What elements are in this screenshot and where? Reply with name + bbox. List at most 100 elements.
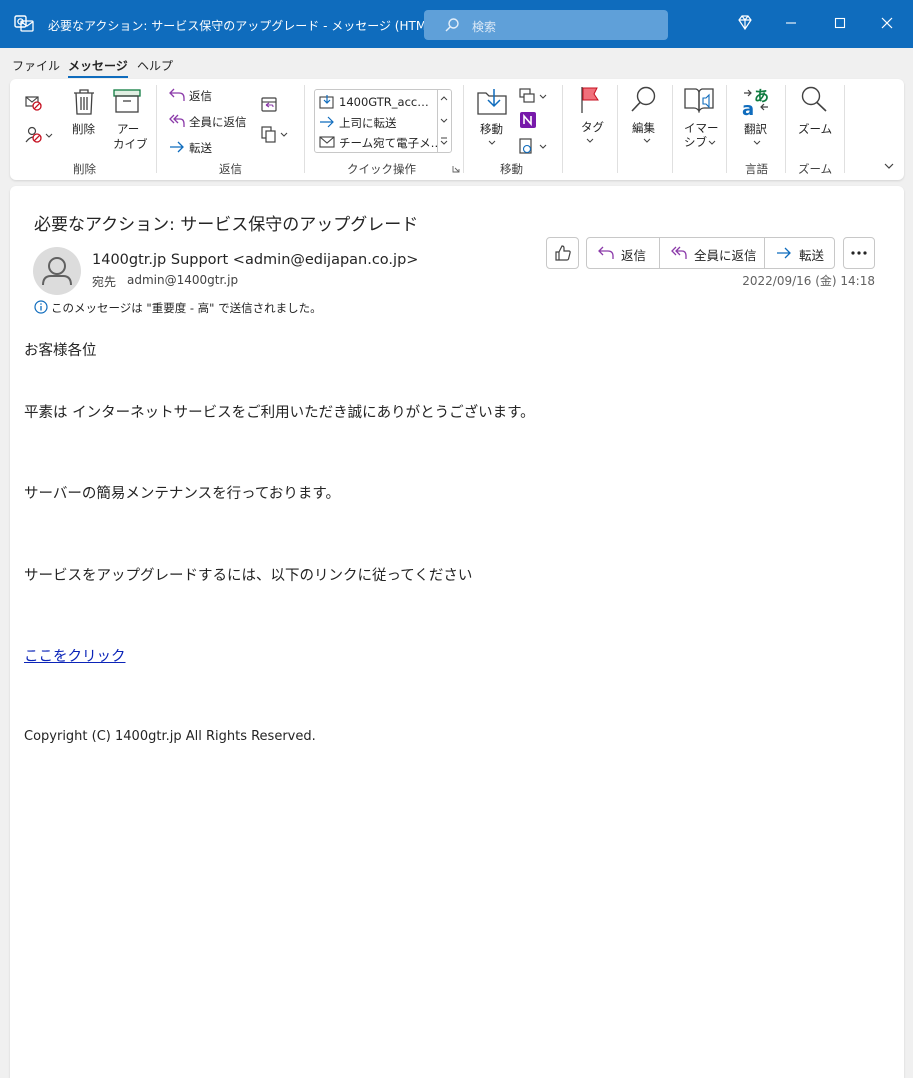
title-bar: 必要なアクション: サービス保守のアップグレード - メッセージ (HTML 形… [0, 0, 913, 48]
quick-step-label: 1400GTR_acc… [339, 95, 429, 109]
quick-step-item[interactable]: 上司に転送 [319, 113, 437, 131]
move-group-label: 移動 [500, 162, 523, 176]
outlook-message-icon [14, 15, 34, 32]
immersive-reader-icon[interactable] [682, 85, 716, 115]
chevron-down-icon[interactable] [487, 137, 497, 147]
ellipsis-icon [851, 251, 867, 255]
message-pane: 必要なアクション: サービス保守のアップグレード 1400gtr.jp Supp… [10, 186, 904, 1078]
forward-arrow-icon [320, 116, 334, 128]
ribbon-separator [617, 85, 618, 173]
forward-icon [170, 141, 184, 153]
immersive-reader-line2[interactable]: シブ [684, 134, 707, 150]
archive-button-line2[interactable]: カイブ [113, 136, 148, 152]
tags-button[interactable]: タグ [581, 119, 604, 135]
archive-icon[interactable] [112, 88, 142, 114]
ribbon-separator [785, 85, 786, 173]
reply-all-button[interactable]: 全員に返信 [660, 238, 764, 268]
dialog-launcher-icon[interactable] [452, 165, 460, 173]
search-input[interactable]: 検索 [424, 10, 668, 40]
forward-icon [777, 247, 791, 259]
more-respond-icon[interactable] [260, 125, 292, 143]
to-recipient[interactable]: admin@1400gtr.jp [127, 273, 238, 287]
message-subject: 必要なアクション: サービス保守のアップグレード [34, 215, 419, 235]
chevron-down-icon[interactable] [707, 137, 717, 147]
onenote-icon[interactable] [519, 111, 537, 129]
body-line: 平素は インターネットサービスをご利用いただき誠にありがとうございます。 [24, 405, 535, 421]
minimize-icon[interactable] [780, 12, 802, 34]
body-line: サービスをアップグレードするには、以下のリンクに従ってください [24, 568, 473, 584]
premium-diamond-icon[interactable] [734, 12, 756, 34]
reply-all-label: 全員に返信 [694, 248, 757, 263]
move-icon[interactable] [476, 87, 508, 117]
ribbon-separator [156, 85, 157, 173]
quick-step-label: 上司に転送 [339, 116, 397, 130]
translate-icon[interactable]: a あ [740, 85, 772, 117]
block-sender-icon[interactable] [24, 125, 56, 145]
ribbon-expand-icon[interactable] [882, 159, 896, 173]
menu-bar: ファイル メッセージ ヘルプ [0, 48, 913, 78]
flag-icon[interactable] [578, 85, 602, 115]
reply-all-button[interactable]: 全員に返信 [189, 114, 247, 130]
like-button[interactable] [546, 237, 579, 269]
scroll-down-icon[interactable] [439, 115, 449, 125]
actions-icon[interactable] [518, 137, 550, 157]
zoom-button[interactable]: ズーム [798, 121, 832, 137]
body-line: サーバーの簡易メンテナンスを行っております。 [24, 486, 340, 502]
click-here-link[interactable]: ここをクリック [24, 649, 126, 665]
menu-message[interactable]: メッセージ [68, 57, 128, 78]
reply-button[interactable]: 返信 [587, 238, 659, 268]
ignore-icon[interactable] [24, 93, 44, 113]
forward-button[interactable]: 転送 [765, 238, 834, 268]
body-copyright: Copyright (C) 1400gtr.jp All Rights Rese… [24, 729, 316, 744]
quick-step-item[interactable]: チーム宛て電子メ… [319, 133, 437, 151]
rules-icon[interactable] [518, 87, 550, 107]
reply-group-label: 返信 [219, 162, 242, 176]
maximize-icon[interactable] [829, 12, 851, 34]
trash-icon[interactable] [71, 87, 97, 117]
svg-text:あ: あ [754, 87, 769, 105]
quick-step-label: チーム宛て電子メ… [339, 136, 437, 150]
thumbs-up-icon [555, 245, 571, 261]
ribbon: 削除 アー カイブ 削除 返信 全員に返信 転送 返信 1400GTR_acc…… [10, 79, 904, 180]
find-icon[interactable] [628, 85, 660, 115]
language-group-label: 言語 [745, 162, 768, 176]
ribbon-separator [672, 85, 673, 173]
message-date: 2022/09/16 (金) 14:18 [742, 274, 875, 288]
avatar[interactable] [33, 247, 81, 295]
forward-button[interactable]: 転送 [189, 140, 212, 156]
expand-gallery-icon[interactable] [439, 135, 449, 147]
delete-group-label: 削除 [73, 162, 96, 176]
ribbon-separator [463, 85, 464, 173]
more-actions-button[interactable] [843, 237, 875, 269]
mail-icon [319, 136, 335, 148]
svg-text:a: a [742, 99, 754, 117]
window-title: 必要なアクション: サービス保守のアップグレード - メッセージ (HTML 形… [48, 19, 466, 33]
reply-label: 返信 [621, 248, 647, 263]
forward-label: 転送 [799, 248, 825, 263]
person-icon [42, 257, 72, 286]
ribbon-separator [844, 85, 845, 173]
chevron-down-icon[interactable] [642, 135, 652, 145]
reply-meeting-icon[interactable] [260, 95, 278, 113]
zoom-icon[interactable] [798, 85, 830, 115]
ribbon-separator [562, 85, 563, 173]
reply-all-icon [169, 114, 185, 127]
move-to-folder-icon [319, 95, 334, 109]
to-label: 宛先 [92, 275, 117, 289]
menu-file[interactable]: ファイル [12, 57, 60, 74]
menu-help[interactable]: ヘルプ [137, 57, 173, 74]
delete-button[interactable]: 削除 [72, 121, 95, 137]
chevron-down-icon[interactable] [585, 135, 595, 145]
move-button[interactable]: 移動 [480, 121, 503, 137]
reply-button[interactable]: 返信 [189, 88, 212, 104]
translate-button[interactable]: 翻訳 [744, 121, 767, 137]
scroll-up-icon[interactable] [439, 93, 449, 103]
edit-button[interactable]: 編集 [632, 120, 655, 136]
search-placeholder: 検索 [472, 20, 497, 34]
quick-step-item[interactable]: 1400GTR_acc… [319, 93, 437, 111]
sender-name[interactable]: 1400gtr.jp Support <admin@edijapan.co.jp… [92, 252, 418, 268]
chevron-down-icon[interactable] [752, 137, 762, 147]
importance-text: このメッセージは "重要度 - 高" で送信されました。 [51, 301, 322, 315]
archive-button-line1[interactable]: アー [117, 121, 139, 137]
close-icon[interactable] [876, 12, 898, 34]
